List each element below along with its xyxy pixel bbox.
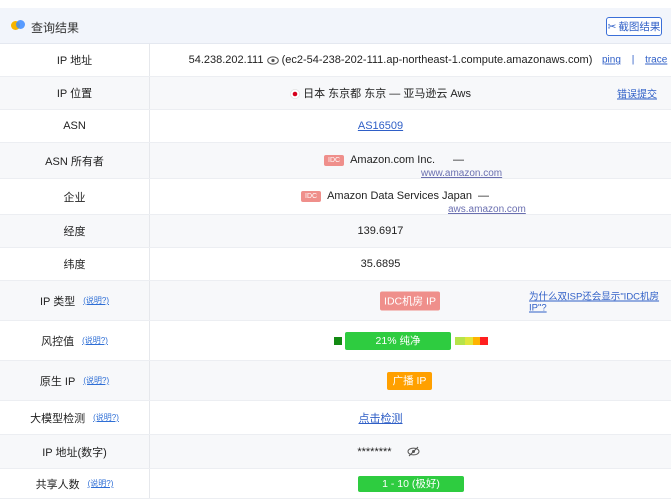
asn-owner-label: ASN 所有者 [45, 155, 104, 168]
page-title: 查询结果 [31, 21, 80, 35]
shared-label: 共享人数 [35, 478, 80, 491]
risk-scale-segment [473, 337, 480, 345]
logo-icon [11, 20, 25, 32]
help-link[interactable]: (说明?) [82, 335, 108, 346]
ip-location-label: IP 位置 [56, 88, 93, 100]
row-value: IDC Amazon Data Services Japan — aws.amaz… [150, 179, 671, 215]
risk-scale-segment [455, 337, 465, 345]
row-shared: 共享人数 (说明?) 1 - 10 (极好) [0, 469, 671, 499]
japan-flag-icon [290, 89, 300, 99]
risk-scale-segment [465, 337, 473, 345]
asn-owner-name: IDC Amazon.com Inc. [324, 154, 435, 166]
masked-value: ******** [357, 445, 392, 458]
row-risk: 风控值 (说明?) 21% 纯净 [0, 321, 671, 361]
company-label: 企业 [63, 191, 86, 204]
idc-badge: IDC [301, 190, 322, 202]
risk-scale-segment [480, 337, 488, 345]
row-value: IDC Amazon.com Inc. — www.amazon.com [150, 143, 671, 179]
report-error-link[interactable]: 错误提交 [617, 86, 657, 101]
ping-link[interactable]: ping [602, 55, 621, 66]
hostname-text: (ec2-54-238-202-111.ap-northeast-1.compu… [281, 54, 593, 66]
row-label: 企业 [0, 179, 150, 214]
llm-check-link[interactable]: 点击检测 [359, 413, 403, 425]
row-ip-address: IP 地址 54.238.202.111 (ec2-54-238-202-111… [0, 44, 671, 77]
row-value: IDC机房 IP 为什么双ISP还会显示"IDC机房IP"? [150, 281, 671, 320]
help-link[interactable]: (说明?) [88, 478, 114, 489]
risk-low-marker [334, 337, 342, 345]
risk-score-bar: 21% 纯净 [345, 331, 451, 350]
ip-numeric-label: IP 地址(数字) [42, 446, 107, 459]
eye-off-icon[interactable] [407, 446, 420, 457]
latitude-value: 35.6895 [360, 258, 401, 270]
latitude-label: 纬度 [63, 259, 86, 271]
link-separator: | [631, 54, 635, 66]
row-asn-owner: ASN 所有者 IDC Amazon.com Inc. — www.amazon.… [0, 143, 671, 179]
ip-type-label: IP 类型 [39, 295, 76, 308]
row-value: 21% 纯净 [150, 321, 671, 360]
asn-label: ASN [63, 120, 86, 132]
row-value: 日本 东京都 东京 — 亚马逊云 Aws 错误提交 [150, 77, 671, 109]
row-value: ******** [150, 435, 671, 468]
dash: — [453, 154, 464, 166]
native-ip-label: 原生 IP [39, 375, 76, 388]
ip-text[interactable]: 54.238.202.111 [189, 54, 264, 66]
asn-value-wrap: AS16509 [90, 120, 671, 132]
location-text: 日本 东京都 东京 — 亚马逊云 Aws [303, 88, 471, 100]
asn-link[interactable]: AS16509 [358, 120, 403, 132]
row-label: 共享人数 (说明?) [0, 469, 150, 498]
tool-links: ping | trace [602, 55, 667, 66]
row-asn: ASN AS16509 [0, 110, 671, 143]
risk-scale [455, 337, 488, 345]
row-llm-check: 大模型检测 (说明?) 点击检测 [0, 401, 671, 435]
company-text: Amazon Data Services Japan [327, 190, 472, 202]
ip-address-label: IP 地址 [56, 55, 93, 67]
company-domain-link[interactable]: aws.amazon.com [448, 204, 526, 215]
row-value: AS16509 [150, 110, 671, 142]
trace-link[interactable]: trace [645, 55, 667, 66]
row-native-ip: 原生 IP (说明?) 广播 IP [0, 361, 671, 401]
help-link[interactable]: (说明?) [83, 295, 109, 306]
row-value: 139.6917 [150, 215, 671, 247]
ip-numeric-value: ******** [106, 446, 671, 458]
llm-check-label: 大模型检测 [30, 412, 86, 425]
ip-address-value: 54.238.202.111 (ec2-54-238-202-111.ap-no… [110, 54, 671, 66]
help-link[interactable]: (说明?) [83, 375, 109, 386]
eye-icon[interactable] [266, 55, 279, 65]
asn-owner-text: Amazon.com Inc. [350, 154, 436, 166]
result-panel: 查询结果 ✂ 截图结果 IP 地址 54.238.202.111 (ec2-54… [0, 0, 672, 499]
longitude-label: 经度 [63, 226, 86, 238]
native-ip-badge: 广播 IP [387, 371, 432, 390]
row-value: 点击检测 [150, 401, 671, 434]
row-ip-location: IP 位置 日本 东京都 东京 — 亚马逊云 Aws 错误提交 [0, 77, 671, 110]
ip-type-badge: IDC机房 IP [380, 291, 440, 310]
row-value: 54.238.202.111 (ec2-54-238-202-111.ap-no… [150, 44, 671, 76]
dash: — [478, 190, 489, 202]
shared-badge: 1 - 10 (极好) [358, 475, 464, 492]
scissors-icon: ✂ [607, 20, 617, 33]
row-company: 企业 IDC Amazon Data Services Japan — aws.a… [0, 179, 671, 215]
row-value: 1 - 10 (极好) [150, 469, 671, 498]
screenshot-button[interactable]: ✂ 截图结果 [606, 17, 662, 36]
asn-owner-domain-link[interactable]: www.amazon.com [421, 168, 502, 179]
row-ip-numeric: IP 地址(数字) ******** [0, 435, 671, 469]
llm-check-wrap: 点击检测 [90, 410, 671, 426]
row-longitude: 经度 139.6917 [0, 215, 671, 248]
row-label: 原生 IP (说明?) [0, 361, 150, 400]
risk-label: 风控值 [41, 335, 75, 348]
row-ip-type: IP 类型 (说明?) IDC机房 IP 为什么双ISP还会显示"IDC机房IP… [0, 281, 671, 321]
row-label: ASN 所有者 [0, 143, 150, 178]
result-header: 查询结果 ✂ 截图结果 [0, 8, 671, 44]
row-label: IP 类型 (说明?) [0, 281, 150, 320]
row-latitude: 纬度 35.6895 [0, 248, 671, 281]
longitude-value: 139.6917 [357, 225, 404, 237]
screenshot-label: 截图结果 [618, 21, 661, 33]
row-value: 35.6895 [150, 248, 671, 280]
row-value: 广播 IP [150, 361, 671, 400]
company-name: IDC Amazon Data Services Japan [301, 190, 472, 202]
why-idc-link[interactable]: 为什么双ISP还会显示"IDC机房IP"? [529, 288, 671, 313]
row-label: 风控值 (说明?) [0, 321, 150, 360]
location-value: 日本 东京都 东京 — 亚马逊云 Aws [90, 85, 671, 101]
idc-badge: IDC [324, 154, 345, 166]
